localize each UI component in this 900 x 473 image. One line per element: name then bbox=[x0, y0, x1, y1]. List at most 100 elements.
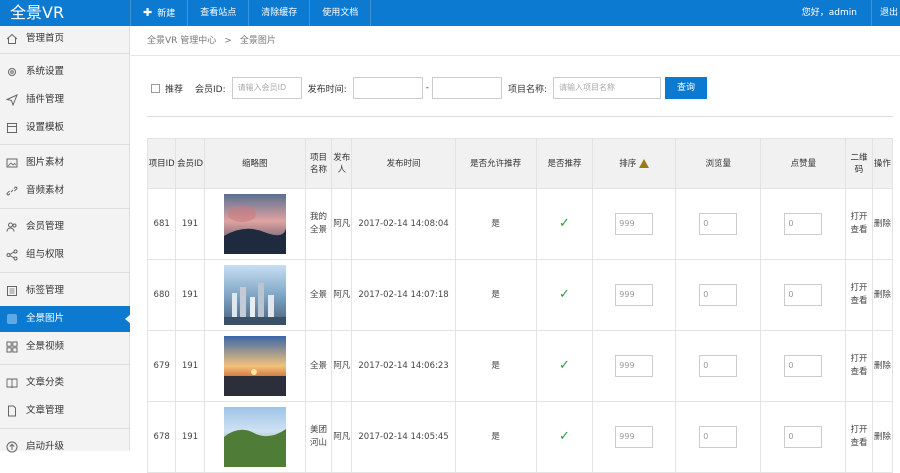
sidebar-item-panorama-videos[interactable]: 全景视频 bbox=[0, 334, 130, 360]
col-qrcode: 二维码 bbox=[845, 138, 873, 189]
delete-link[interactable]: 删除 bbox=[871, 259, 894, 331]
check-icon[interactable]: ✓ bbox=[559, 287, 570, 302]
cell-likes: 0 bbox=[760, 330, 847, 402]
view-site-link[interactable]: 查看站点 bbox=[188, 0, 250, 26]
cell-allow-recommend: 是 bbox=[454, 330, 537, 402]
plus-icon: ✚ bbox=[143, 6, 153, 19]
clear-cache-link[interactable]: 清除缓存 bbox=[249, 0, 311, 26]
col-project-name: 项目名称 bbox=[304, 138, 333, 189]
brand-logo[interactable]: 全景VR bbox=[0, 0, 130, 26]
panorama-thumbnail[interactable] bbox=[223, 336, 286, 396]
likes-input[interactable]: 0 bbox=[784, 284, 823, 306]
delete-link[interactable]: 删除 bbox=[871, 188, 894, 260]
qrcode-open-link[interactable]: 打开查看 bbox=[845, 188, 873, 260]
sidebar-item-home[interactable]: 管理首页 bbox=[0, 26, 130, 52]
sidebar-item-plugins[interactable]: 插件管理 bbox=[0, 87, 130, 113]
panorama-thumbnail[interactable] bbox=[223, 265, 286, 325]
sort-input[interactable]: 999 bbox=[615, 213, 654, 235]
docs-link[interactable]: 使用文档 bbox=[310, 0, 372, 26]
cell-project-id: 680 bbox=[146, 259, 177, 331]
qrcode-open-link[interactable]: 打开查看 bbox=[845, 330, 873, 402]
cell-member-id: 191 bbox=[175, 259, 205, 331]
cell-sort: 999 bbox=[592, 259, 677, 331]
col-operations: 操作 bbox=[871, 138, 894, 189]
sidebar-item-templates[interactable]: 设置模板 bbox=[0, 115, 130, 141]
breadcrumb-root[interactable]: 全景VR 管理中心 bbox=[147, 36, 216, 46]
divider bbox=[147, 116, 893, 117]
table-row: 680 191 全景 阿凡 2017-02-14 14:07:18 是 ✓ 99… bbox=[146, 259, 894, 331]
top-nav: ✚ 新建 查看站点 清除缓存 使用文档 bbox=[130, 0, 372, 26]
sidebar-item-upgrade[interactable]: 启动升级 bbox=[0, 434, 130, 460]
panorama-thumbnail[interactable] bbox=[223, 194, 286, 254]
recommend-label: 推荐 bbox=[165, 84, 184, 95]
check-icon[interactable]: ✓ bbox=[559, 429, 570, 444]
check-icon[interactable]: ✓ bbox=[559, 358, 570, 373]
cell-publish-time: 2017-02-14 14:06:23 bbox=[351, 330, 456, 402]
sidebar-item-groups-permissions[interactable]: 组与权限 bbox=[0, 242, 130, 268]
sort-label: 排序 bbox=[619, 158, 637, 169]
views-input[interactable]: 0 bbox=[699, 355, 738, 377]
col-project-id: 项目ID bbox=[146, 138, 177, 189]
col-member-id: 会员ID bbox=[175, 138, 205, 189]
qrcode-open-link[interactable]: 打开查看 bbox=[845, 259, 873, 331]
views-input[interactable]: 0 bbox=[699, 213, 738, 235]
sidebar-item-label: 会员管理 bbox=[26, 221, 65, 232]
cell-publish-time: 2017-02-14 14:07:18 bbox=[351, 259, 456, 331]
delete-link[interactable]: 删除 bbox=[871, 401, 894, 473]
cell-recommended: ✓ bbox=[535, 330, 594, 402]
warning-icon[interactable] bbox=[639, 158, 650, 168]
member-id-input[interactable]: 请输入会员ID bbox=[231, 77, 302, 99]
query-button[interactable]: 查询 bbox=[664, 77, 707, 99]
panorama-thumbnail[interactable] bbox=[223, 407, 286, 467]
likes-input[interactable]: 0 bbox=[784, 355, 823, 377]
cell-publisher: 阿凡 bbox=[331, 259, 353, 331]
cell-thumbnail bbox=[203, 330, 306, 402]
publish-time-start-input[interactable] bbox=[352, 77, 423, 99]
cell-project-name: 美团河山 bbox=[304, 401, 333, 473]
tag-list-icon bbox=[7, 286, 17, 296]
breadcrumb: 全景VR 管理中心 > 全景图片 bbox=[131, 26, 900, 56]
views-input[interactable]: 0 bbox=[699, 426, 738, 448]
sidebar-item-panorama-images[interactable]: 全景图片 bbox=[0, 306, 131, 332]
cell-publisher: 阿凡 bbox=[331, 330, 353, 402]
cell-publisher: 阿凡 bbox=[331, 188, 353, 260]
sidebar-item-articles[interactable]: 文章管理 bbox=[0, 398, 130, 424]
cell-likes: 0 bbox=[760, 259, 847, 331]
check-icon[interactable]: ✓ bbox=[559, 216, 570, 231]
cell-publish-time: 2017-02-14 14:08:04 bbox=[351, 188, 456, 260]
divider bbox=[0, 272, 130, 273]
sort-input[interactable]: 999 bbox=[615, 355, 654, 377]
sidebar-item-tags[interactable]: 标签管理 bbox=[0, 278, 130, 304]
divider bbox=[0, 364, 130, 365]
recommend-checkbox[interactable] bbox=[151, 83, 160, 93]
sidebar-item-members[interactable]: 会员管理 bbox=[0, 214, 130, 240]
cell-project-name: 全景 bbox=[304, 259, 333, 331]
sort-input[interactable]: 999 bbox=[615, 284, 654, 306]
new-button[interactable]: ✚ 新建 bbox=[131, 0, 189, 26]
publish-time-end-input[interactable] bbox=[431, 77, 502, 99]
likes-input[interactable]: 0 bbox=[784, 213, 823, 235]
panorama-image-icon bbox=[7, 314, 17, 324]
project-name-input[interactable]: 请输入项目名称 bbox=[552, 77, 661, 99]
member-id-label: 会员ID: bbox=[195, 84, 226, 95]
qrcode-open-link[interactable]: 打开查看 bbox=[845, 401, 873, 473]
col-publish-time: 发布时间 bbox=[351, 138, 456, 189]
link-icon bbox=[6, 186, 18, 196]
sidebar-item-label: 图片素材 bbox=[26, 157, 65, 168]
panorama-table: 项目ID 会员ID 缩略图 项目名称 发布人 发布时间 是否允许推荐 是否推荐 … bbox=[146, 138, 894, 473]
sidebar-item-system-settings[interactable]: 系统设置 bbox=[0, 59, 130, 85]
sidebar: 管理首页 系统设置 插件管理 设置模板 图片素材 音频素材 会员管理 组与权限 … bbox=[0, 26, 131, 453]
sort-input[interactable]: 999 bbox=[615, 426, 654, 448]
divider bbox=[0, 208, 130, 209]
cell-member-id: 191 bbox=[175, 188, 205, 260]
sidebar-item-image-assets[interactable]: 图片素材 bbox=[0, 150, 130, 176]
sidebar-item-article-categories[interactable]: 文章分类 bbox=[0, 370, 130, 396]
likes-input[interactable]: 0 bbox=[784, 426, 823, 448]
logout-link[interactable]: 退出 bbox=[872, 0, 900, 26]
col-views: 浏览量 bbox=[675, 138, 762, 189]
sidebar-item-audio-assets[interactable]: 音频素材 bbox=[0, 178, 130, 204]
delete-link[interactable]: 删除 bbox=[871, 330, 894, 402]
cell-allow-recommend: 是 bbox=[454, 259, 537, 331]
breadcrumb-current: 全景图片 bbox=[239, 36, 276, 46]
views-input[interactable]: 0 bbox=[699, 284, 738, 306]
